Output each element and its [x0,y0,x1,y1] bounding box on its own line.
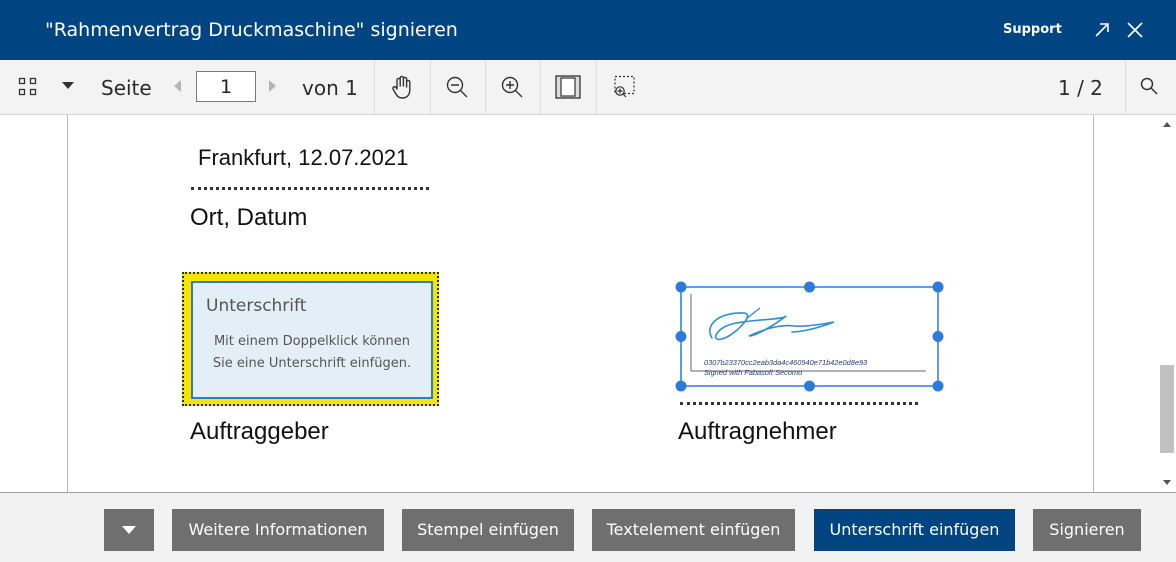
placed-signature[interactable]: 0307b23370cc2eab3da4c460940e71b42e0d8e93… [664,280,954,400]
contractor-label: Auftragnehmer [678,418,837,445]
insert-signature-button[interactable]: Unterschrift einfügen [814,509,1015,551]
resize-handle[interactable] [932,380,944,392]
place-date-value: Frankfurt, 12.07.2021 [198,145,409,170]
signature-field-title: Unterschrift [206,296,307,316]
viewer-toolbar: Seite von 1 1 / 2 [0,60,1176,115]
dotted-line [680,402,918,405]
signature-hash: 0307b23370cc2eab3da4c460940e71b42e0d8e93 [704,358,868,367]
signature-field-hint: Mit einem Doppelklick können Sie eine Un… [193,331,431,375]
signature-field-box[interactable]: Unterschrift Mit einem Doppelklick könne… [191,281,433,399]
page-number-input[interactable] [196,71,256,102]
previous-page-icon[interactable] [174,80,182,92]
toolbar-separator [485,60,486,114]
vertical-scrollbar[interactable] [1158,115,1176,492]
toolbar-separator [430,60,431,114]
signature-caption: Signed with Fabasoft Secomo [704,368,802,377]
resize-handle[interactable] [675,380,687,392]
caret-down-icon [122,526,136,534]
place-date-label: Ort, Datum [190,204,308,231]
resize-handle[interactable] [675,331,687,342]
caret-down-icon[interactable] [62,82,74,90]
toolbar-separator [1125,60,1126,114]
hand-icon[interactable] [389,74,415,100]
resize-handle[interactable] [804,281,815,293]
scrollbar-thumb[interactable] [1160,365,1174,453]
more-info-button[interactable]: Weitere Informationen [172,509,384,551]
page-edge [1093,115,1094,492]
resize-handle[interactable] [804,380,815,392]
zoom-in-icon[interactable] [500,75,524,99]
toolbar-separator [374,60,375,114]
zoom-out-icon[interactable] [445,75,469,99]
open-external-icon[interactable] [1092,20,1112,40]
next-page-icon[interactable] [268,80,276,92]
close-icon[interactable] [1125,20,1145,40]
signature-field-hint-line: Mit einem Doppelklick können [213,334,411,349]
dotted-line [191,187,429,190]
document-counter: 1 / 2 [1058,76,1103,100]
toolbar-separator [540,60,541,114]
insert-stamp-button[interactable]: Stempel einfügen [402,509,574,551]
support-link[interactable]: Support [1003,21,1062,39]
signature-field-hint-line: Sie eine Unterschrift einfügen. [212,356,412,371]
resize-handle[interactable] [675,281,687,293]
page-edge [67,115,68,492]
single-page-icon[interactable] [555,75,581,99]
scroll-up-icon[interactable] [1158,117,1176,133]
document-viewport[interactable]: Frankfurt, 12.07.2021 Ort, Datum Untersc… [0,115,1176,492]
grid-icon[interactable] [18,77,38,97]
search-icon[interactable] [1140,77,1158,95]
action-bar: Weitere Informationen Stempel einfügen T… [0,492,1176,562]
toolbar-separator [596,60,597,114]
resize-handle[interactable] [932,331,944,342]
page-count-label: von 1 [302,76,358,100]
title-bar: "Rahmenvertrag Druckmaschine" signieren … [0,0,1176,60]
more-actions-button[interactable] [104,509,154,551]
sign-button[interactable]: Signieren [1033,509,1141,551]
resize-handle[interactable] [932,281,944,293]
signature-field[interactable]: Unterschrift Mit einem Doppelklick könne… [182,272,439,406]
window-title: "Rahmenvertrag Druckmaschine" signieren [45,19,458,41]
client-label: Auftraggeber [190,418,329,445]
scroll-down-icon[interactable] [1158,474,1176,490]
insert-text-button[interactable]: Textelement einfügen [592,509,795,551]
page-label: Seite [101,76,152,100]
zoom-area-icon[interactable] [612,75,636,99]
